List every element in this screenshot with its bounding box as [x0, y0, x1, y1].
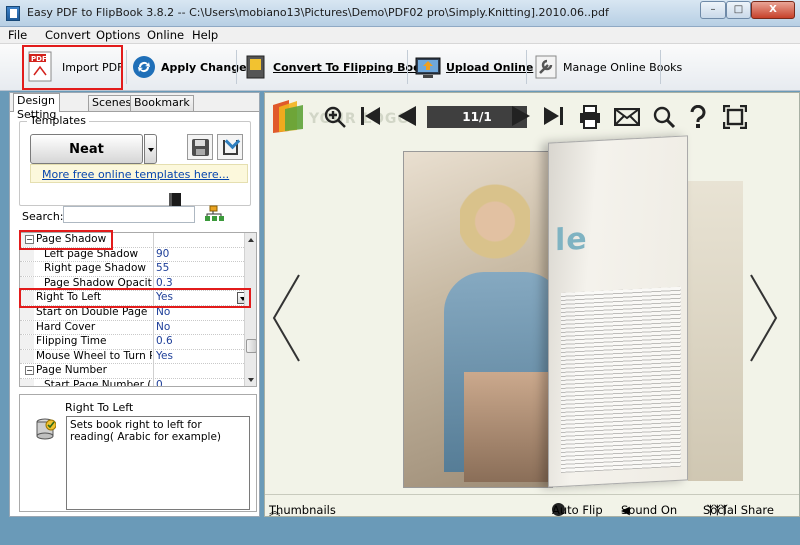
description-text: Sets book right to left for reading( Ara…	[66, 416, 250, 510]
property-row[interactable]: Hard Cover No	[20, 320, 244, 336]
menu-convert[interactable]: Convert	[45, 28, 90, 42]
category-page-number[interactable]: − Page Number	[20, 364, 244, 379]
import-pdf-button[interactable]: PDF Import PDF	[28, 48, 123, 86]
more-templates-link[interactable]: More free online templates here...	[42, 168, 229, 181]
upload-online-label: Upload Online	[446, 60, 534, 74]
maximize-button[interactable]: □	[726, 1, 751, 19]
minimize-button[interactable]: –	[700, 1, 726, 19]
email-icon[interactable]	[614, 108, 640, 126]
model-photo-skirt	[464, 372, 554, 482]
next-arrow-icon[interactable]	[749, 273, 779, 363]
manage-online-books-label: Manage Online Books	[563, 60, 683, 74]
property-row[interactable]: Mouse Wheel to Turn P... Yes	[20, 349, 244, 365]
convert-button[interactable]: Convert To Flipping Book	[245, 48, 428, 86]
convert-label: Convert To Flipping Book	[273, 60, 428, 74]
database-check-icon	[36, 418, 56, 440]
left-page[interactable]	[403, 151, 564, 488]
search-label: Search:	[22, 210, 64, 223]
article-text-lines	[561, 286, 681, 473]
main-toolbar: PDF Import PDF Apply Change Convert To F…	[0, 44, 800, 91]
next-page-underlay	[688, 181, 743, 481]
wrench-icon	[535, 55, 557, 79]
property-row[interactable]: Flipping Time 0.6	[20, 335, 244, 350]
app-icon	[6, 6, 20, 21]
scroll-up-icon[interactable]	[248, 238, 254, 242]
template-name: Neat	[69, 141, 104, 157]
save-icon	[192, 139, 209, 156]
help-icon[interactable]	[689, 105, 707, 129]
property-grid-scrollbar[interactable]	[244, 233, 256, 386]
people-icon: ᛉᛉᛉ	[707, 503, 728, 517]
window-title: Easy PDF to FlipBook 3.8.2 -- C:\Users\m…	[27, 6, 609, 19]
template-select-button[interactable]: Neat	[30, 134, 181, 211]
description-title: Right To Left	[65, 401, 134, 414]
tab-scenes[interactable]: Scenes	[88, 95, 136, 111]
first-page-icon[interactable]	[360, 105, 382, 127]
next-page-icon[interactable]	[510, 105, 532, 127]
search-icon[interactable]	[652, 105, 676, 129]
previous-arrow-icon[interactable]	[271, 273, 301, 363]
menu-bar: File Convert Options Online Help	[0, 27, 800, 44]
last-page-icon[interactable]	[542, 105, 564, 127]
menu-help[interactable]: Help	[192, 28, 218, 42]
print-icon[interactable]	[579, 105, 601, 129]
tab-design-setting[interactable]: Design Setting	[13, 93, 61, 121]
book-convert-icon	[246, 55, 265, 79]
tab-bookmark[interactable]: Bookmark	[130, 95, 194, 111]
pdf-icon: PDF	[28, 51, 52, 82]
menu-options[interactable]: Options	[96, 28, 140, 42]
design-setting-body: Templates Neat More free online template…	[10, 111, 259, 516]
property-tree-icon[interactable]	[204, 205, 224, 223]
model-photo-head	[460, 172, 530, 262]
scroll-thumb[interactable]	[246, 339, 256, 353]
flipbook-preview: YOUR LOGO 11/1 le ︽ Thumbnails Auto Flip…	[264, 92, 800, 518]
logo-icon	[273, 100, 303, 133]
flipbook-pages[interactable]: le	[403, 135, 743, 488]
property-row[interactable]: Start Page Number (R... 0	[20, 379, 244, 386]
search-input[interactable]	[63, 206, 195, 223]
property-row[interactable]: Start on Double Page No	[20, 306, 244, 321]
property-row[interactable]: Left page Shadow 90	[20, 247, 244, 263]
property-grid: − Page Shadow Left page Shadow 90 Right …	[19, 232, 257, 387]
upload-online-button[interactable]: Upload Online	[415, 48, 533, 86]
upload-icon	[415, 57, 441, 78]
property-row-right-to-left[interactable]: Right To Left Yes	[20, 291, 250, 306]
import-pdf-label: Import PDF	[62, 60, 124, 74]
viewer-toolbar: YOUR LOGO 11/1	[265, 93, 799, 141]
apply-change-label: Apply Change	[161, 60, 247, 74]
magazine-title: le	[555, 221, 588, 259]
save-template-button[interactable]	[187, 134, 213, 160]
settings-panel: Design Setting Scenes Bookmark Templates…	[9, 92, 260, 517]
fullscreen-icon[interactable]	[723, 105, 747, 129]
import-icon	[223, 140, 238, 155]
property-row[interactable]: Page Shadow Opacity 0.3	[20, 276, 244, 292]
close-button[interactable]: X	[751, 1, 795, 19]
menu-online[interactable]: Online	[147, 28, 184, 42]
svg-text:PDF: PDF	[31, 55, 47, 63]
title-bar: Easy PDF to FlipBook 3.8.2 -- C:\Users\m…	[0, 0, 800, 27]
scroll-down-icon[interactable]	[248, 378, 254, 382]
template-dropdown-button[interactable]	[144, 134, 157, 164]
zoom-in-icon[interactable]	[323, 105, 347, 129]
turning-page[interactable]: le	[548, 135, 688, 488]
viewer-bottom-bar: ︽ Thumbnails Auto Flip ◀ Sound On Social…	[265, 494, 799, 518]
property-row[interactable]: Right page Shadow 55	[20, 262, 244, 277]
category-page-shadow[interactable]: − Page Shadow	[20, 233, 244, 248]
previous-page-icon[interactable]	[396, 105, 418, 127]
more-templates-link-box: More free online templates here...	[30, 164, 248, 183]
apply-change-button[interactable]: Apply Change	[132, 48, 247, 86]
menu-file[interactable]: File	[8, 28, 27, 42]
refresh-icon	[133, 56, 155, 78]
property-description: Right To Left Sets book right to left fo…	[19, 394, 257, 512]
import-template-button[interactable]	[217, 134, 243, 160]
